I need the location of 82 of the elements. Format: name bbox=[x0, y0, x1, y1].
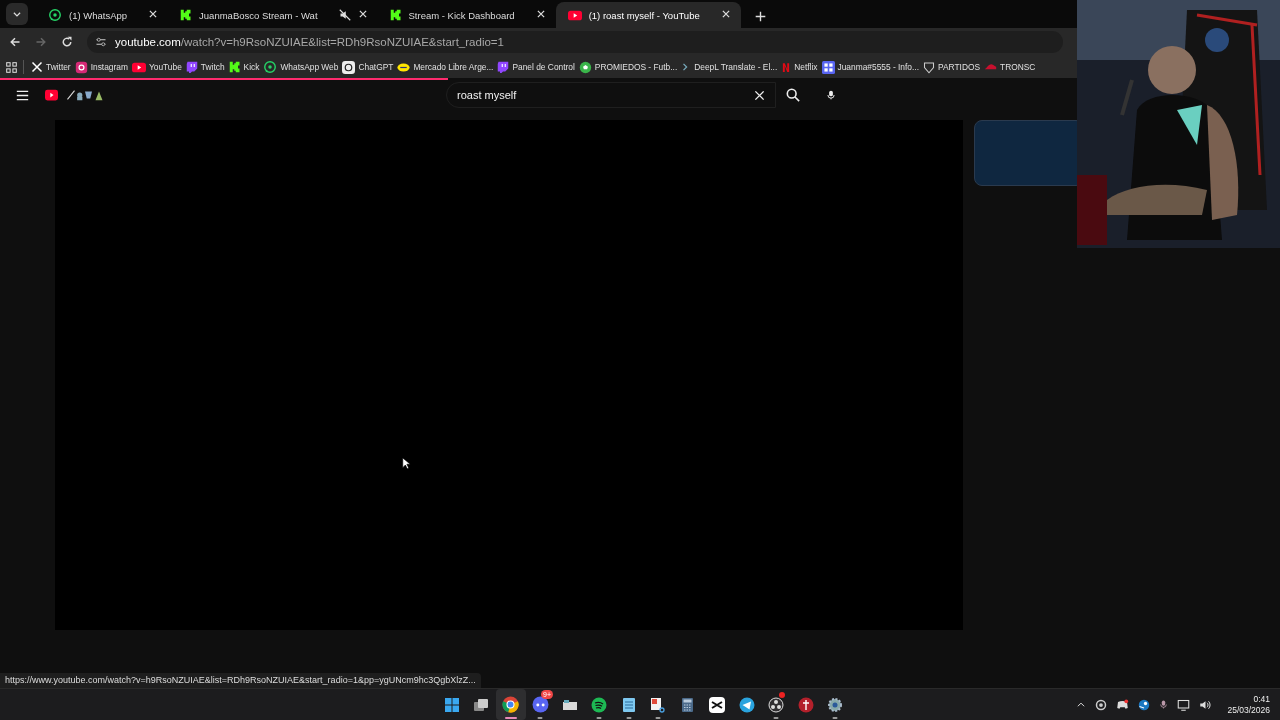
play-logo-icon bbox=[131, 60, 146, 74]
notepad-icon bbox=[621, 696, 636, 713]
taskbar-app-button[interactable] bbox=[496, 689, 526, 720]
bookmark-link[interactable]: WhatsApp Web bbox=[261, 60, 341, 74]
browser-tab[interactable]: (1) WhatsApp bbox=[36, 2, 169, 28]
bookmark-link[interactable]: TRONSC bbox=[982, 60, 1038, 74]
bookmark-link[interactable]: Twitter bbox=[29, 61, 73, 73]
bookmark-link[interactable]: Kick bbox=[226, 61, 262, 73]
bookmark-link[interactable]: Panel de Control bbox=[495, 61, 577, 73]
chat-logo-icon bbox=[185, 61, 198, 73]
running-indicator bbox=[655, 717, 661, 719]
back-icon bbox=[9, 36, 21, 48]
steam-logo-icon bbox=[1138, 698, 1151, 711]
browser-tab[interactable]: JuanmaBosco Stream - Wat bbox=[168, 2, 378, 28]
close-icon bbox=[357, 9, 368, 19]
shield-icon bbox=[923, 60, 935, 74]
browser-logo-icon bbox=[502, 696, 520, 713]
browser-tab[interactable]: Stream - Kick Dashboard bbox=[377, 2, 556, 28]
menu-icon bbox=[16, 88, 29, 102]
bookmark-link[interactable]: Twitch bbox=[183, 61, 227, 73]
bookmark-link[interactable]: Netflix bbox=[779, 60, 820, 74]
ring-icon bbox=[1095, 698, 1108, 711]
reload-icon bbox=[61, 36, 73, 48]
knot-logo-icon bbox=[342, 60, 356, 74]
site-settings-icon bbox=[95, 36, 107, 48]
bookmark-link[interactable]: Juanma#5555 - Info... bbox=[819, 60, 921, 74]
forward-icon bbox=[35, 36, 47, 48]
play-logo-icon bbox=[567, 8, 582, 22]
status-url: https://www.youtube.com/watch?v=h9RsoNZUIAE&list=RDh9RsoNZUIAE&start_radio=1&pp=ygUNcm9hc3QgbXlzZ... bbox=[0, 673, 481, 688]
x-logo-icon bbox=[31, 61, 43, 73]
close-icon bbox=[720, 9, 731, 19]
address-field[interactable]: youtube.com/watch?v=h9RsoNZUIAE&list=RDh9RsoNZUIAE&start_radio=1 bbox=[87, 31, 1063, 53]
bookmark-link[interactable]: ChatGPT bbox=[340, 60, 396, 74]
mic-icon bbox=[826, 88, 836, 102]
n-logo-icon bbox=[781, 60, 792, 74]
camera-logo-icon bbox=[74, 60, 88, 74]
bookmark-link[interactable]: Instagram bbox=[72, 60, 130, 74]
chevron-down-icon bbox=[12, 9, 22, 19]
bookmark-link[interactable]: DeepL Translate - El... bbox=[679, 62, 780, 72]
grid-logo-icon bbox=[821, 60, 835, 74]
clock-time: 0:41 bbox=[1253, 693, 1270, 705]
task-view-icon bbox=[473, 696, 490, 713]
clear-icon bbox=[754, 89, 765, 101]
apps-grid-icon bbox=[6, 61, 17, 73]
running-indicator bbox=[626, 717, 632, 719]
monitor-icon bbox=[1177, 698, 1191, 711]
music-logo-icon bbox=[591, 696, 608, 713]
speaker-icon bbox=[1199, 698, 1213, 711]
k-logo-icon bbox=[228, 61, 241, 73]
running-indicator bbox=[773, 717, 779, 719]
tab-list-button[interactable] bbox=[6, 3, 28, 25]
record-logo-icon bbox=[768, 696, 785, 713]
browser-tab[interactable]: (1) roast myself - YouTube bbox=[555, 2, 741, 28]
calculator-icon bbox=[681, 696, 695, 713]
bookmark-link[interactable]: PROMIEDOS - Futb... bbox=[576, 60, 680, 74]
paper-plane-icon bbox=[738, 696, 755, 713]
k-logo-icon bbox=[389, 9, 402, 21]
cursor-icon bbox=[402, 457, 411, 470]
search-icon bbox=[786, 88, 800, 102]
running-indicator bbox=[832, 717, 838, 719]
bookmark-link[interactable]: Mercado Libre Arge... bbox=[395, 60, 496, 74]
windows-logo-icon bbox=[443, 696, 460, 713]
close-icon bbox=[148, 9, 159, 19]
close-icon bbox=[535, 9, 546, 19]
handshake-logo-icon bbox=[397, 60, 411, 74]
new-tab-icon bbox=[754, 11, 766, 22]
ball-icon bbox=[578, 60, 592, 74]
clock-date: 25/03/2026 bbox=[1227, 704, 1270, 716]
running-indicator bbox=[537, 717, 543, 719]
round-logo-icon bbox=[797, 696, 814, 713]
settings-icon bbox=[827, 696, 844, 713]
bookmark-link[interactable]: YouTube bbox=[129, 60, 184, 74]
mic-icon bbox=[1159, 698, 1169, 711]
game-controller-icon bbox=[531, 696, 549, 713]
capcut-logo-icon bbox=[709, 696, 726, 713]
running-indicator bbox=[596, 717, 602, 719]
k-logo-icon bbox=[180, 9, 193, 21]
chat-logo-icon bbox=[497, 61, 510, 73]
scissors-document-icon bbox=[650, 696, 667, 713]
running-indicator bbox=[504, 717, 517, 719]
play-logo-icon bbox=[43, 88, 60, 102]
bookmark-link[interactable]: PARTIDOS bbox=[921, 60, 983, 74]
